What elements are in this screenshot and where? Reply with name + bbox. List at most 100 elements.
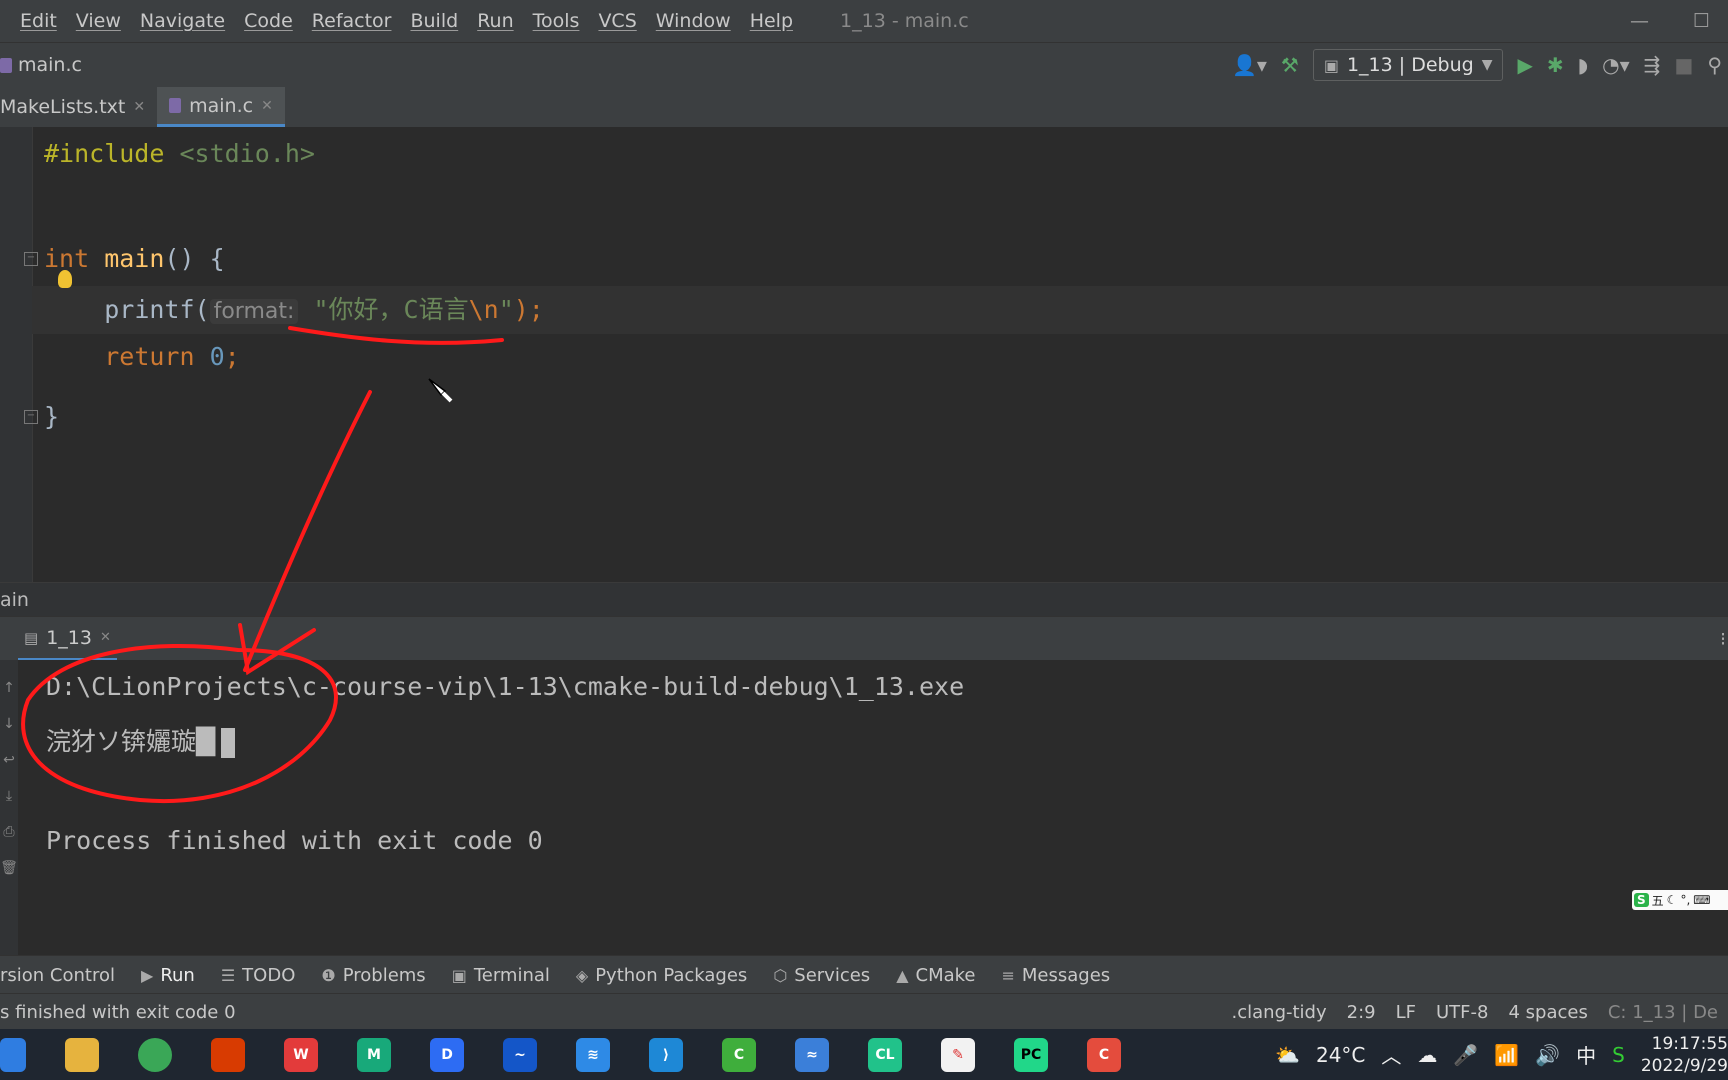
menu-tools[interactable]: Tools	[533, 10, 580, 32]
tool-version-control[interactable]: rsion Control	[0, 965, 115, 986]
close-icon[interactable]: ✕	[261, 98, 273, 114]
status-encoding[interactable]: UTF-8	[1436, 1002, 1488, 1023]
up-arrow-icon[interactable]: ↑	[3, 680, 15, 696]
stack-app-icon[interactable]: ≋	[576, 1037, 610, 1072]
more-icon[interactable]: ⁝	[1720, 628, 1726, 650]
close-icon[interactable]: ✕	[133, 99, 145, 115]
dingtalk-icon[interactable]: D	[430, 1037, 464, 1072]
tab-cmakelists[interactable]: MakeLists.txt ✕	[0, 87, 157, 127]
vscode-icon[interactable]: ⟩	[649, 1037, 683, 1072]
fold-icon[interactable]: −	[24, 410, 38, 424]
tool-run[interactable]: ▶ Run	[141, 965, 195, 986]
trash-icon[interactable]: 🗑	[0, 860, 18, 876]
status-caret-position[interactable]: 2:9	[1347, 1002, 1376, 1023]
lightbulb-icon[interactable]	[58, 270, 72, 288]
minimize-icon[interactable]: —	[1630, 10, 1649, 32]
run-icon[interactable]: ▶	[1517, 53, 1532, 77]
menu-window[interactable]: Window	[656, 10, 731, 32]
pycharm-icon[interactable]: PC	[1014, 1037, 1048, 1072]
nav-file-name: main.c	[18, 54, 82, 76]
console-icon: ▤	[24, 628, 39, 647]
menu-refactor[interactable]: Refactor	[312, 10, 392, 32]
status-widgets: .clang-tidy 2:9 LF UTF-8 4 spaces C: 1_1…	[1232, 1002, 1718, 1023]
stop-icon[interactable]: ■	[1674, 53, 1693, 77]
down-arrow-icon[interactable]: ↓	[3, 716, 15, 732]
chevron-up-icon[interactable]: ︿	[1381, 1040, 1401, 1069]
coverage-icon[interactable]: ◗	[1578, 53, 1589, 77]
search-icon[interactable]: ⚲	[1707, 53, 1722, 77]
pencil-app-icon[interactable]: ✎	[941, 1037, 975, 1072]
system-clock[interactable]: 19:17:55 2022/9/29	[1641, 1033, 1728, 1077]
menu-view[interactable]: View	[76, 10, 121, 32]
tool-services[interactable]: ⬡ Services	[773, 965, 870, 986]
cloud-icon[interactable]: ☁	[1417, 1043, 1437, 1067]
tool-problems[interactable]: ❶ Problems	[321, 965, 425, 986]
garbled-text: 浣犲ソ锛孋璇█	[46, 727, 216, 756]
status-context[interactable]: C: 1_13 | De	[1608, 1002, 1718, 1023]
menu-edit[interactable]: Edit	[20, 10, 57, 32]
user-icon[interactable]: 👤▾	[1232, 53, 1267, 77]
chrome-icon[interactable]	[138, 1037, 172, 1072]
run-config-select[interactable]: ▣ 1_13 | Debug ▼	[1312, 49, 1504, 81]
status-clang-tidy[interactable]: .clang-tidy	[1232, 1002, 1327, 1023]
office-icon[interactable]	[211, 1037, 245, 1072]
breadcrumb-function[interactable]: ain	[0, 589, 29, 611]
tool-messages[interactable]: ≡ Messages	[1002, 965, 1111, 986]
tool-todo[interactable]: ☰ TODO	[221, 965, 296, 986]
profile-icon[interactable]: ◔▾	[1602, 53, 1630, 77]
c-file-icon	[0, 57, 12, 73]
nav-breadcrumb[interactable]: main.c	[0, 54, 82, 76]
ime-indicator[interactable]: 中	[1576, 1040, 1596, 1069]
wifi-icon[interactable]: 📶	[1494, 1043, 1519, 1067]
debug-bug-icon[interactable]: ✱	[1547, 53, 1564, 77]
menu-build[interactable]: Build	[410, 10, 458, 32]
xmind-icon[interactable]: M	[357, 1037, 391, 1072]
scroll-end-icon[interactable]: ⤓	[6, 788, 12, 804]
print-icon[interactable]: ⎙	[3, 824, 14, 840]
file-explorer-icon[interactable]	[65, 1037, 99, 1072]
tool-label: Terminal	[473, 964, 550, 986]
ime-toolbar[interactable]: S 五 ☾ °, ⌨	[1632, 890, 1728, 910]
code-editor[interactable]: #include <stdio.h> − int main() { printf…	[0, 127, 1728, 582]
tool-cmake[interactable]: ▲ CMake	[896, 965, 975, 986]
run-tab-1-13[interactable]: ▤ 1_13 ✕	[18, 617, 117, 661]
build-hammer-icon[interactable]: ⚒	[1281, 53, 1299, 77]
menu-navigate[interactable]: Navigate	[140, 10, 225, 32]
code-breadcrumb[interactable]: ain	[0, 582, 1728, 617]
weather-temp[interactable]: 24°C	[1316, 1043, 1365, 1067]
menu-code[interactable]: Code	[244, 10, 293, 32]
fold-icon[interactable]: −	[24, 252, 38, 266]
tab-label: main.c	[189, 94, 254, 117]
menu-items: Edit View Navigate Code Refactor Build R…	[20, 10, 812, 32]
sogou-icon[interactable]: S	[1612, 1043, 1625, 1067]
code-punct: () {	[164, 244, 225, 273]
menu-vcs[interactable]: VCS	[598, 10, 636, 32]
run-console[interactable]: ↑ ↓ ↩ ⤓ ⎙ 🗑 D:\CLionProjects\c-course-vi…	[0, 660, 1728, 975]
soft-wrap-icon[interactable]: ↩	[3, 752, 15, 768]
windows-taskbar: W M D ~ ≋ ⟩ C ≈ CL ✎ PC C ⛅ 24°C ︿ ☁ 🎤 📶…	[0, 1029, 1728, 1080]
wps-icon[interactable]: W	[284, 1037, 318, 1072]
close-icon[interactable]: ✕	[100, 630, 111, 645]
tab-main-c[interactable]: main.c ✕	[157, 87, 285, 127]
menu-run[interactable]: Run	[477, 10, 513, 32]
maximize-icon[interactable]: ☐	[1693, 10, 1710, 32]
c-app-icon[interactable]: C	[722, 1037, 756, 1072]
start-icon[interactable]	[0, 1037, 26, 1072]
tool-window-bar: rsion Control ▶ Run ☰ TODO ❶ Problems ▣ Term…	[0, 955, 1728, 994]
navigation-bar: main.c 👤▾ ⚒ ▣ 1_13 | Debug ▼ ▶ ✱ ◗ ◔▾ ⇶ …	[0, 42, 1728, 88]
attach-icon[interactable]: ⇶	[1644, 53, 1661, 77]
clion-icon[interactable]: CL	[868, 1037, 902, 1072]
tool-terminal[interactable]: ▣ Terminal	[452, 965, 550, 986]
microphone-icon[interactable]: 🎤	[1453, 1043, 1478, 1067]
flag-app-icon[interactable]: ≈	[795, 1037, 829, 1072]
volume-icon[interactable]: 🔊	[1535, 1043, 1560, 1067]
code-punct: ;	[224, 342, 240, 371]
code-line-5: return 0;	[44, 333, 240, 381]
menu-help[interactable]: Help	[750, 10, 793, 32]
tool-python-packages[interactable]: ◈ Python Packages	[576, 965, 747, 986]
wave-app-icon[interactable]: ~	[503, 1037, 537, 1072]
c-red-app-icon[interactable]: C	[1087, 1037, 1121, 1072]
status-indent[interactable]: 4 spaces	[1508, 1002, 1587, 1023]
status-line-separator[interactable]: LF	[1396, 1002, 1416, 1023]
weather-icon[interactable]: ⛅	[1275, 1043, 1300, 1067]
